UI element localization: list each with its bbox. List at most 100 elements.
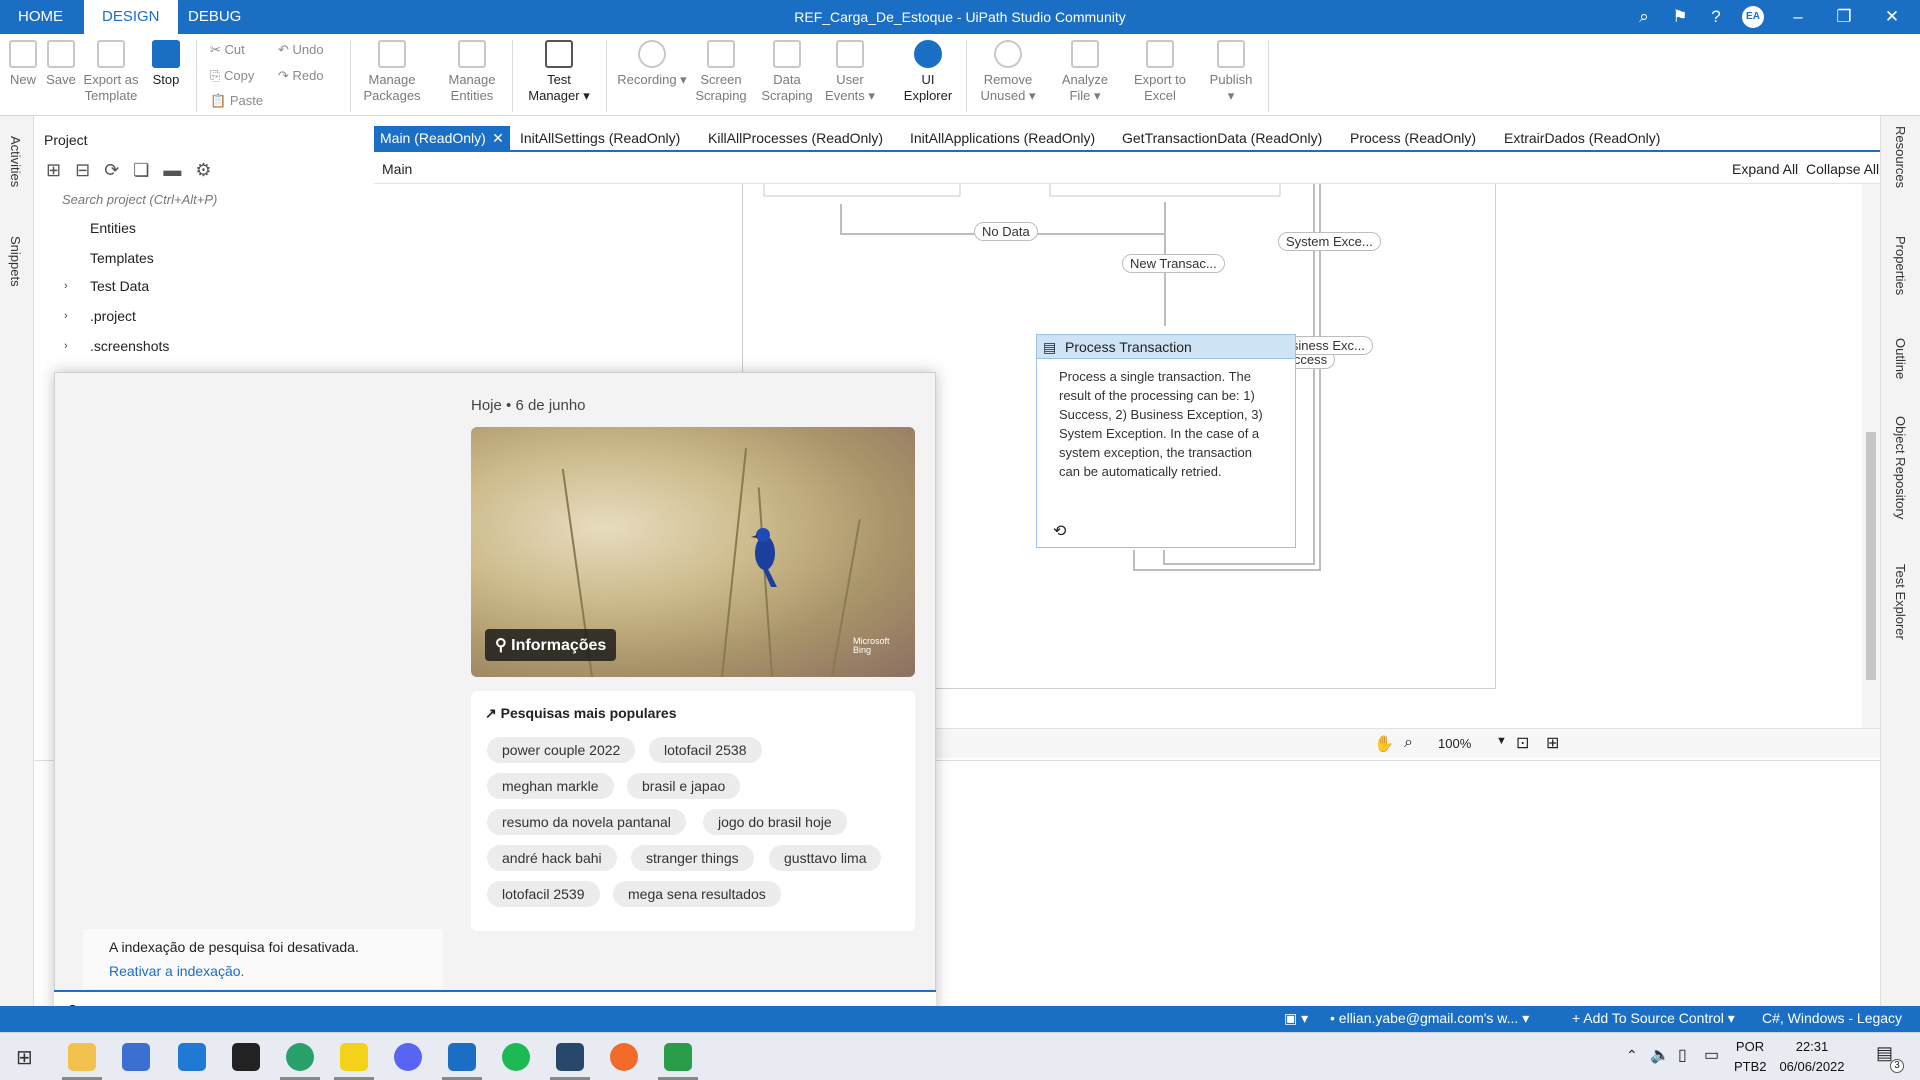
feedback-icon[interactable]: ⚑	[1664, 0, 1696, 34]
scroll-thumb[interactable]	[1866, 432, 1876, 680]
discord-icon[interactable]	[394, 1043, 422, 1071]
tree-item-test-data[interactable]: Test Data	[90, 278, 149, 294]
system-exception-transition[interactable]: System Exce...	[1278, 232, 1381, 251]
vscode-icon[interactable]	[178, 1043, 206, 1071]
process-transaction-state[interactable]: ▤ Process Transaction Process a single t…	[1036, 334, 1296, 548]
collapse-icon[interactable]: ⊟	[75, 160, 90, 181]
info-badge[interactable]: ⚲ Informações	[485, 629, 617, 661]
clock-date[interactable]: 06/06/2022	[1772, 1059, 1852, 1074]
tree-item-templates[interactable]: Templates	[90, 250, 154, 266]
tab-init-all-settings[interactable]: InitAllSettings (ReadOnly)	[514, 126, 686, 150]
publish-button[interactable]: Publish ▾	[1200, 40, 1262, 104]
overview-icon[interactable]: ⊞	[1546, 733, 1559, 753]
project-language[interactable]: C#, Windows - Legacy	[1762, 1010, 1902, 1026]
search-chip[interactable]: jogo do brasil hoje	[703, 809, 847, 835]
manage-packages-button[interactable]: Manage Packages	[360, 40, 424, 104]
export-template-button[interactable]: Export as Template	[80, 40, 142, 104]
tab-extrair-dados[interactable]: ExtrairDados (ReadOnly)	[1498, 126, 1666, 150]
zoom-level[interactable]: 100%	[1438, 736, 1471, 751]
show-all-icon[interactable]: ❏	[133, 160, 149, 181]
snippets-tab[interactable]: Snippets	[8, 236, 23, 287]
no-data-transition[interactable]: No Data	[974, 222, 1038, 241]
close-icon[interactable]: ✕	[1876, 0, 1908, 34]
ui-explorer-button[interactable]: UI Explorer	[896, 40, 960, 104]
analyze-file-button[interactable]: Analyze File ▾	[1052, 40, 1118, 104]
avatar[interactable]: EA	[1742, 6, 1764, 28]
file-explorer-icon[interactable]	[68, 1043, 96, 1071]
search-chip[interactable]: andré hack bahi	[487, 845, 617, 871]
uipath-studio-icon[interactable]	[556, 1043, 584, 1071]
reenable-indexing-link[interactable]: Reativar a indexação.	[109, 963, 244, 979]
spotify-icon[interactable]	[502, 1043, 530, 1071]
chevron-right-icon[interactable]: ›	[64, 310, 68, 322]
account-status[interactable]: • ellian.yabe@gmail.com's w... ▾	[1330, 1010, 1529, 1027]
tab-init-all-applications[interactable]: InitAllApplications (ReadOnly)	[904, 126, 1101, 150]
screen-scraping-button[interactable]: Screen Scraping	[690, 40, 752, 104]
search-chip[interactable]: gusttavo lima	[769, 845, 882, 871]
tab-kill-all-processes[interactable]: KillAllProcesses (ReadOnly)	[702, 126, 889, 150]
edge-icon[interactable]	[286, 1043, 314, 1071]
minimize-icon[interactable]: –	[1782, 0, 1814, 34]
windows-start-icon[interactable]: ⊞	[16, 1045, 33, 1070]
search-chip[interactable]: power couple 2022	[487, 737, 636, 763]
tab-design[interactable]: DESIGN	[84, 0, 178, 34]
chevron-down-icon[interactable]: ▼	[1496, 735, 1507, 747]
folder-icon[interactable]: ▬	[163, 160, 181, 181]
search-chip[interactable]: mega sena resultados	[613, 881, 781, 907]
test-explorer-tab[interactable]: Test Explorer	[1893, 564, 1908, 640]
breadcrumb-main[interactable]: Main	[382, 161, 412, 177]
repo-icon[interactable]: ▣ ▾	[1284, 1010, 1308, 1027]
chevron-right-icon[interactable]: ›	[64, 280, 68, 292]
remove-unused-button[interactable]: Remove Unused ▾	[974, 40, 1042, 104]
uipath-assistant-icon[interactable]	[448, 1043, 476, 1071]
battery-icon[interactable]: ▯	[1678, 1045, 1687, 1065]
stop-button[interactable]: Stop	[146, 40, 186, 88]
search-chip[interactable]: brasil e japao	[627, 773, 741, 799]
collapse-all-button[interactable]: Collapse All	[1806, 161, 1879, 177]
terminal-icon[interactable]	[232, 1043, 260, 1071]
input-language[interactable]: POR	[1734, 1039, 1766, 1054]
chevron-right-icon[interactable]: ›	[64, 340, 68, 352]
bing-image-card[interactable]: ⚲ Informações Microsoft Bing	[471, 427, 915, 677]
postman-icon[interactable]	[610, 1043, 638, 1071]
properties-tab[interactable]: Properties	[1893, 236, 1908, 295]
expand-all-button[interactable]: Expand All	[1732, 161, 1798, 177]
network-icon[interactable]: ▭	[1704, 1045, 1719, 1065]
search-chip[interactable]: stranger things	[631, 845, 754, 871]
activities-tab[interactable]: Activities	[8, 136, 23, 187]
zoom-icon[interactable]: ⌕	[1404, 734, 1413, 752]
sticky-notes-icon[interactable]	[340, 1043, 368, 1071]
source-control-button[interactable]: + Add To Source Control ▾	[1572, 1010, 1735, 1027]
settings-icon[interactable]: ⚙	[195, 160, 211, 181]
export-excel-button[interactable]: Export to Excel	[1130, 40, 1190, 104]
project-search-input[interactable]: Search project (Ctrl+Alt+P)	[42, 192, 362, 214]
save-button[interactable]: Save	[44, 40, 78, 88]
undo-button[interactable]: ↶ Undo	[278, 42, 324, 58]
help-icon[interactable]: ?	[1700, 0, 1732, 34]
search-chip[interactable]: lotofacil 2538	[649, 737, 762, 763]
test-manager-button[interactable]: Test Manager ▾	[524, 40, 594, 104]
object-repository-tab[interactable]: Object Repository	[1893, 416, 1908, 519]
search-icon[interactable]: ⌕	[1628, 0, 1660, 34]
user-events-button[interactable]: User Events ▾	[822, 40, 878, 104]
tree-item-screenshots[interactable]: .screenshots	[90, 338, 169, 354]
search-chip[interactable]: resumo da novela pantanal	[487, 809, 686, 835]
new-button[interactable]: New	[6, 40, 40, 88]
search-chip[interactable]: lotofacil 2539	[487, 881, 600, 907]
recording-button[interactable]: Recording ▾	[614, 40, 690, 88]
tab-main[interactable]: Main (ReadOnly) ✕	[374, 126, 510, 150]
tree-item-entities[interactable]: Entities	[90, 220, 136, 236]
clock-time[interactable]: 22:31	[1772, 1039, 1852, 1054]
volume-icon[interactable]: 🔈	[1650, 1045, 1670, 1065]
tab-debug[interactable]: DEBUG	[170, 0, 259, 34]
media-player-icon[interactable]	[664, 1043, 692, 1071]
resources-tab[interactable]: Resources	[1893, 126, 1908, 188]
restore-icon[interactable]: ❐	[1828, 0, 1860, 34]
tree-item-project[interactable]: .project	[90, 308, 136, 324]
manage-entities-button[interactable]: Manage Entities	[440, 40, 504, 104]
new-transaction-transition[interactable]: New Transac...	[1122, 254, 1225, 273]
search-chip[interactable]: meghan markle	[487, 773, 614, 799]
tab-process[interactable]: Process (ReadOnly)	[1344, 126, 1482, 150]
chevron-up-icon[interactable]: ⌃	[1626, 1047, 1638, 1064]
tab-get-transaction-data[interactable]: GetTransactionData (ReadOnly)	[1116, 126, 1328, 150]
